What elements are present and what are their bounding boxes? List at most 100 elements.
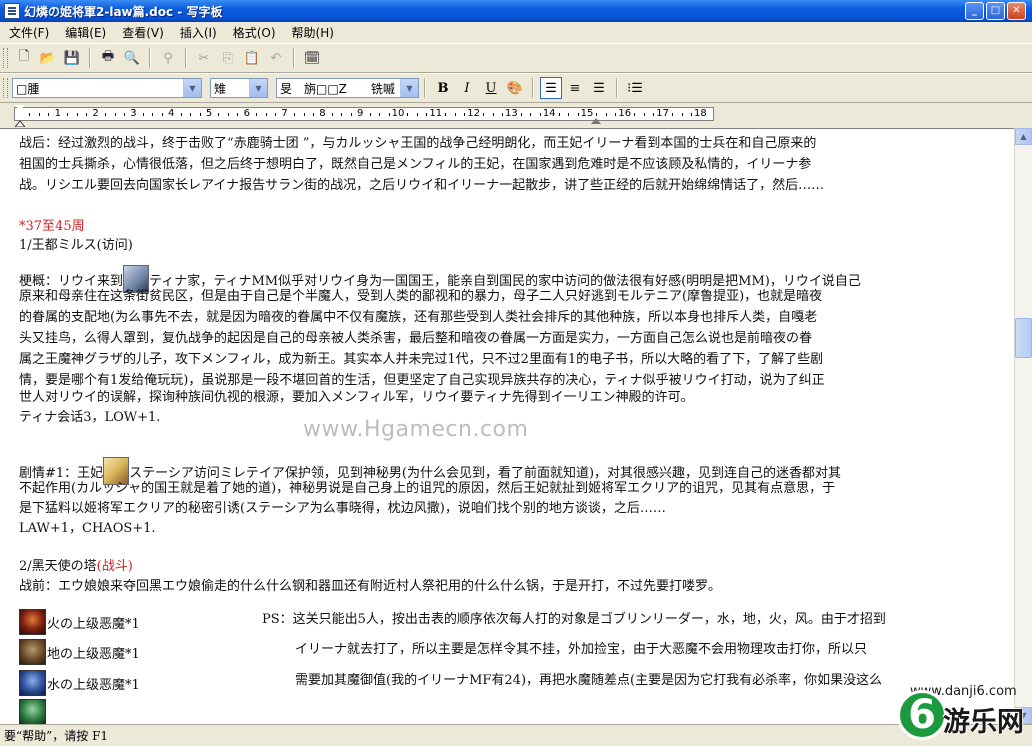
status-text: 要“帮助”，请按 F1 — [4, 729, 109, 743]
ruler-tick — [29, 113, 31, 116]
cut-icon[interactable]: ✂ — [193, 47, 215, 69]
font-name-combo[interactable]: □腫 ▼ — [12, 78, 202, 98]
text-line: 战。リシエル要回去向国家长レアイナ报告サラン街的战况，之后リウイ和イリーナ一起散… — [19, 178, 825, 193]
menu-edit[interactable]: 编辑(E) — [56, 24, 113, 41]
ruler-tick — [199, 113, 201, 116]
new-icon[interactable]: 🗋 — [13, 47, 35, 69]
ruler-tick — [416, 113, 418, 116]
ruler-tick — [615, 113, 617, 116]
ruler-tick — [114, 113, 116, 116]
ruler-tick — [426, 113, 428, 116]
find-icon[interactable]: ⚲ — [157, 47, 179, 69]
print-preview-icon[interactable]: 🔍 — [121, 47, 143, 69]
minimize-button[interactable]: _ — [965, 2, 984, 20]
window-title: 幻燐の姫将軍2-law篇.doc - 写字板 — [24, 4, 223, 19]
ruler-tick — [558, 113, 560, 116]
toolbar-grip[interactable] — [3, 48, 8, 68]
ruler-tick — [152, 113, 154, 116]
ruler-tick — [180, 113, 182, 116]
ruler-tick — [379, 113, 381, 116]
ruler-tick — [265, 113, 267, 116]
ruler-number: 1 — [54, 108, 61, 119]
text-line: 祖国的士兵撕杀，心情很低落，但之后终于想明白了，既然自己是メンフィル的王妃，在国… — [19, 157, 812, 172]
ruler-tick — [568, 113, 570, 116]
ruler-number: 18 — [694, 108, 707, 119]
align-left-icon[interactable]: ☰ — [540, 77, 562, 99]
ruler-tick — [161, 113, 163, 116]
undo-icon[interactable]: ↶ — [265, 47, 287, 69]
bullets-icon[interactable]: ⁝☰ — [624, 77, 646, 99]
ruler-number: 14 — [542, 108, 556, 119]
ruler-tick — [539, 113, 541, 116]
enemy-row — [19, 699, 47, 724]
chevron-down-icon[interactable]: ▼ — [183, 79, 201, 97]
enemy-row: 火の上级恶魔*1 — [19, 609, 140, 635]
text-line: イリーナ就去打了，所以主要是怎样令其不挂，外加捡宝，由于大恶魔不会用物理攻击打你… — [295, 642, 868, 657]
text-line: 需要加其魔御值(我的イリーナMF有24)，再把水魔随差点(主要是因为它打我有必杀… — [295, 673, 883, 688]
menu-format[interactable]: 格式(O) — [224, 24, 283, 41]
ruler-tick — [464, 113, 466, 116]
enemy-row: 水の上级恶魔*1 — [19, 670, 140, 696]
menu-view[interactable]: 查看(V) — [113, 24, 171, 41]
align-center-icon[interactable]: ≡ — [564, 77, 586, 99]
subsection-title: 2/黑天使の塔(战斗) — [19, 556, 133, 577]
ruler-tick — [227, 113, 229, 116]
ruler-tick — [445, 113, 447, 116]
menu-file[interactable]: 文件(F) — [0, 24, 56, 41]
ruler-tick — [350, 113, 352, 116]
first-line-indent-marker[interactable] — [15, 105, 25, 111]
scroll-thumb[interactable] — [1015, 318, 1032, 358]
ruler-tick — [530, 113, 532, 116]
chevron-down-icon[interactable]: ▼ — [400, 79, 418, 97]
script-combo[interactable]: 旻 旃□□Z 铣嘁 ▼ — [276, 78, 419, 98]
chevron-down-icon[interactable]: ▼ — [249, 79, 267, 97]
ruler-tick — [492, 113, 494, 116]
ruler-tick — [48, 113, 50, 116]
format-toolbar-grip[interactable] — [3, 78, 8, 98]
ruler-number: 3 — [130, 108, 137, 119]
right-indent-marker[interactable] — [591, 118, 601, 124]
datetime-icon[interactable]: 🗓 — [301, 47, 323, 69]
section-title: *37至45周 — [19, 219, 85, 234]
color-icon[interactable]: 🎨 — [504, 77, 526, 99]
ruler-tick — [76, 113, 78, 116]
vertical-scrollbar[interactable]: ▲ ▼ — [1014, 128, 1032, 724]
menu-insert[interactable]: 插入(I) — [171, 24, 224, 41]
maximize-button[interactable]: □ — [986, 2, 1005, 20]
ruler-tick — [407, 113, 409, 116]
text-line: 是下猛料以姬将军エクリア的秘密引诱(ステーシア为么事晓得，枕边风撒)，说咱们找个… — [19, 501, 666, 516]
status-bar: 要“帮助”，请按 F1 — [0, 724, 1032, 746]
menu-bar: 文件(F) 编辑(E) 查看(V) 插入(I) 格式(O) 帮助(H) — [0, 22, 1032, 42]
ruler-number: 11 — [429, 108, 443, 119]
ruler[interactable]: 1 2 3 4 5 6 7 8 9 10 11 12 13 14 15 16 17 18 — [0, 103, 1032, 128]
open-icon[interactable]: 📂 — [37, 47, 59, 69]
ruler-tick — [672, 113, 674, 116]
ruler-tick — [123, 113, 125, 116]
ruler-tick — [690, 113, 692, 116]
text-line: LAW+1，CHAOS+1. — [19, 521, 156, 536]
ruler-tick — [653, 113, 655, 116]
close-button[interactable]: ✕ — [1007, 2, 1026, 20]
align-right-icon[interactable]: ☰ — [588, 77, 610, 99]
ruler-number: 16 — [618, 108, 632, 119]
ruler-tick — [577, 113, 579, 116]
scroll-up-icon[interactable]: ▲ — [1015, 128, 1032, 145]
font-size-combo[interactable]: 雉 ▼ — [210, 78, 268, 98]
underline-button[interactable]: U — [480, 77, 502, 99]
copy-icon[interactable]: ⎘ — [217, 47, 239, 69]
ruler-tick — [142, 113, 144, 116]
ruler-tick — [237, 113, 239, 116]
bold-button[interactable]: B — [432, 77, 454, 99]
menu-help[interactable]: 帮助(H) — [283, 24, 341, 41]
save-icon[interactable]: 💾 — [61, 47, 83, 69]
paste-icon[interactable]: 📋 — [241, 47, 263, 69]
wordpad-app-icon[interactable] — [4, 3, 20, 19]
italic-button[interactable]: I — [456, 77, 478, 99]
ruler-tick — [341, 113, 343, 116]
text-line: ティナ会话3，LOW+1. — [19, 410, 161, 425]
document-area[interactable]: 战后：经过激烈的战斗，终于击败了“赤鹿骑士团 ”，与カルッシャ王国的战争己经明朗… — [0, 128, 1014, 724]
ruler-tick — [256, 113, 258, 116]
ruler-tick — [501, 113, 503, 116]
print-icon[interactable]: 🖶 — [97, 47, 119, 69]
left-indent-marker[interactable] — [15, 119, 25, 127]
